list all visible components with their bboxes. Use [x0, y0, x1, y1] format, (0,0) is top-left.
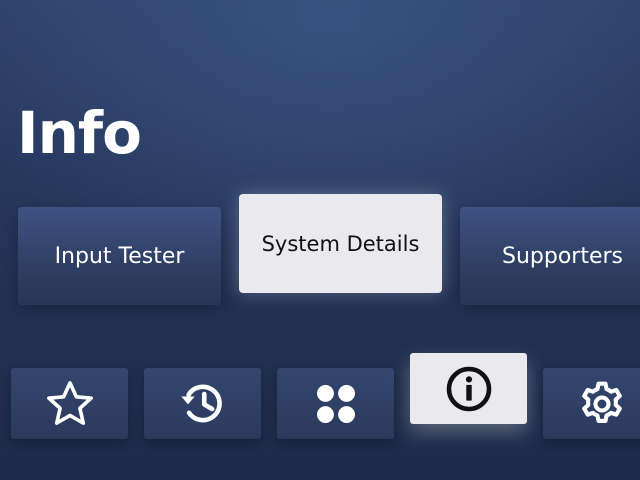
info-icon — [444, 364, 494, 414]
apps-icon — [313, 381, 359, 427]
input-tester-label: Input Tester — [54, 243, 185, 269]
supporters-card[interactable]: Supporters — [460, 207, 640, 305]
nav-settings-button[interactable] — [543, 368, 640, 439]
gear-icon — [576, 378, 628, 430]
nav-info-button[interactable] — [410, 353, 527, 424]
star-icon — [43, 377, 97, 431]
nav-apps-button[interactable] — [277, 368, 394, 439]
nav-favorites-button[interactable] — [11, 368, 128, 439]
system-details-label: System Details — [261, 231, 420, 256]
input-tester-card[interactable]: Input Tester — [18, 207, 221, 305]
supporters-label: Supporters — [502, 243, 624, 269]
history-icon — [178, 379, 228, 429]
page-title: Info — [17, 99, 142, 167]
nav-history-button[interactable] — [144, 368, 261, 439]
system-details-card[interactable]: System Details — [239, 194, 442, 293]
